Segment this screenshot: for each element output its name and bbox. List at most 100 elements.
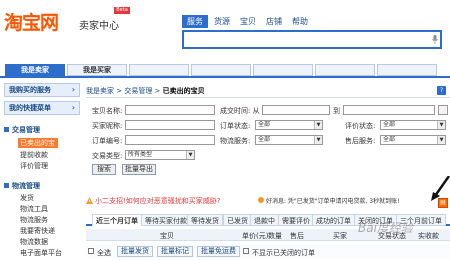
nav-tab-seller[interactable]: 我是卖家: [5, 64, 65, 76]
sidebar-section-label: 物流管理: [12, 182, 40, 190]
batch-mark-button[interactable]: 批量标记: [157, 246, 193, 257]
tab-shipped[interactable]: 已发货: [223, 214, 252, 226]
sidebar-item-logistics-tools[interactable]: 物流工具: [4, 204, 80, 214]
batch-export-button[interactable]: 批量导出: [122, 164, 156, 175]
tab-recent-orders[interactable]: 近三个月订单: [92, 214, 142, 226]
logistics-label: 物流服务:: [220, 137, 251, 145]
nav-tab-6[interactable]: [315, 64, 375, 76]
item-name-label: 宝贝名称:: [92, 107, 123, 115]
nav-tab-7[interactable]: [377, 64, 437, 76]
sidebar-head-purchased-services[interactable]: 我购买的服务 ›: [4, 83, 80, 97]
chevron-down-icon: ▼: [314, 136, 322, 144]
nav-tab-4[interactable]: [191, 64, 251, 76]
trade-type-select[interactable]: 所有类型 ▼: [125, 150, 195, 160]
sidebar-item-e-waybill[interactable]: 电子面单平台: [4, 248, 80, 258]
sidebar-item-sold-items[interactable]: 已卖出的宝贝: [18, 138, 58, 157]
search-tab-supply[interactable]: 货源: [209, 15, 235, 28]
created-time-label: 成交时间: 从: [220, 107, 260, 115]
hide-closed-label: 不显示已关闭的订单: [252, 249, 315, 257]
col-qty: 数量: [268, 232, 282, 240]
buyer-nick-input[interactable]: [125, 120, 215, 130]
sidebar-section-logistics[interactable]: 物流管理: [4, 180, 80, 192]
sidebar-item-reviews[interactable]: 评价管理: [4, 161, 80, 171]
search-tab-item[interactable]: 宝贝: [235, 15, 261, 28]
search-tab-service[interactable]: 服务: [182, 15, 208, 28]
chevron-down-icon: ▼: [186, 151, 194, 159]
breadcrumb-trade[interactable]: 交易管理: [124, 87, 152, 95]
batch-ship-button[interactable]: 批量发货: [117, 246, 153, 257]
search-input[interactable]: [182, 30, 442, 49]
chevron-right-icon: ›: [71, 85, 75, 94]
aftersale-value: 全部: [383, 136, 396, 143]
sidebar-item-logistics-data[interactable]: 物流数据: [4, 237, 80, 247]
created-from-input[interactable]: [262, 105, 330, 115]
sidebar-head-label: 我购买的服务: [9, 86, 51, 94]
tab-success[interactable]: 成功的订单: [312, 214, 355, 226]
warning-icon: [86, 197, 93, 204]
nav-tab-5[interactable]: [253, 64, 313, 76]
chevron-down-icon: ▼: [314, 121, 322, 129]
item-name-input[interactable]: [125, 105, 215, 115]
sidebar-item-ship[interactable]: 发货: [4, 193, 80, 203]
hide-closed-checkbox[interactable]: [243, 248, 249, 254]
chevron-down-icon: ▼: [437, 121, 445, 129]
breadcrumb-current: 已卖出的宝贝: [162, 87, 205, 95]
info-dot-icon: [258, 197, 264, 203]
to-label: 到: [333, 107, 340, 115]
col-aftersale: 售后: [290, 232, 304, 240]
logistics-value: 全部: [258, 136, 271, 143]
order-no-input[interactable]: [125, 135, 215, 145]
col-received: 实收款: [418, 232, 439, 240]
breadcrumb: 我是卖家 > 交易管理 > 已卖出的宝贝: [86, 87, 205, 95]
created-to-input[interactable]: [343, 105, 435, 115]
sidebar-head-quick-menu[interactable]: 我的快捷菜单 ›: [4, 101, 80, 115]
help-icon[interactable]: ?: [437, 86, 446, 95]
sidebar-item-logistics-service[interactable]: 物流服务: [4, 215, 80, 225]
sidebar-head-label: 我的快捷菜单: [9, 104, 51, 112]
nav-tab-3[interactable]: [129, 64, 189, 76]
orange-action-icon[interactable]: ▤: [438, 198, 448, 208]
microphone-icon[interactable]: [432, 35, 438, 44]
logistics-select[interactable]: 全部 ▼: [255, 135, 323, 145]
section-square-icon: [4, 127, 9, 132]
nav-tab-buyer[interactable]: 我是买家: [67, 64, 127, 76]
col-buyer: 买家: [333, 232, 347, 240]
buyer-nick-label: 买家昵称:: [92, 122, 123, 130]
aftersale-label: 售后服务:: [345, 137, 376, 145]
select-all-label: 全选: [97, 249, 111, 257]
sidebar-item-send-express[interactable]: 我要寄快递: [4, 226, 80, 236]
review-status-label: 评价状态:: [345, 122, 376, 130]
chevron-down-icon: ▼: [437, 136, 445, 144]
calendar-icon[interactable]: [438, 105, 448, 115]
tab-need-review[interactable]: 需要评价: [278, 214, 314, 226]
beta-badge: Beta: [114, 7, 130, 14]
sidebar-section-label: 交易管理: [12, 126, 40, 134]
nav-underline: [0, 76, 450, 78]
chevron-right-icon: ›: [71, 103, 75, 112]
batch-free-shipping-button[interactable]: 批量免运费: [197, 246, 240, 257]
search-button[interactable]: 搜索: [92, 164, 116, 175]
order-status-value: 全部: [258, 121, 271, 128]
tips-link[interactable]: 小二支招!如何应对恶意骚扰和买家威胁?: [95, 196, 221, 206]
tab-await-shipping[interactable]: 等待发货: [187, 214, 223, 226]
promo-notice[interactable]: 好消息: 凭"已发货"订单申请闪电贷款, 3秒就到账!: [266, 196, 400, 205]
col-price: 单价(元): [242, 232, 269, 240]
review-status-select[interactable]: 全部 ▼: [380, 120, 446, 130]
aftersale-select[interactable]: 全部 ▼: [380, 135, 446, 145]
tab-refunding[interactable]: 退款中: [250, 214, 279, 226]
tab-await-payment[interactable]: 等待买家付款: [141, 214, 191, 226]
search-tab-shop[interactable]: 店铺: [261, 15, 287, 28]
trade-type-value: 所有类型: [128, 151, 153, 158]
sidebar-section-trade[interactable]: 交易管理: [4, 124, 80, 136]
seller-center-title: 卖家中心: [79, 21, 119, 32]
watermark: Bai度经验: [358, 221, 413, 235]
sidebar-item-early-payment[interactable]: 提前收款: [4, 150, 80, 160]
taobao-logo[interactable]: 淘宝网: [4, 8, 59, 35]
order-no-label: 订单编号:: [92, 137, 123, 145]
select-all-checkbox[interactable]: [88, 248, 94, 254]
search-tab-help[interactable]: 帮助: [287, 15, 313, 28]
review-status-value: 全部: [383, 121, 396, 128]
breadcrumb-seller[interactable]: 我是卖家: [86, 87, 114, 95]
order-status-select[interactable]: 全部 ▼: [255, 120, 323, 130]
divider: [86, 97, 450, 98]
